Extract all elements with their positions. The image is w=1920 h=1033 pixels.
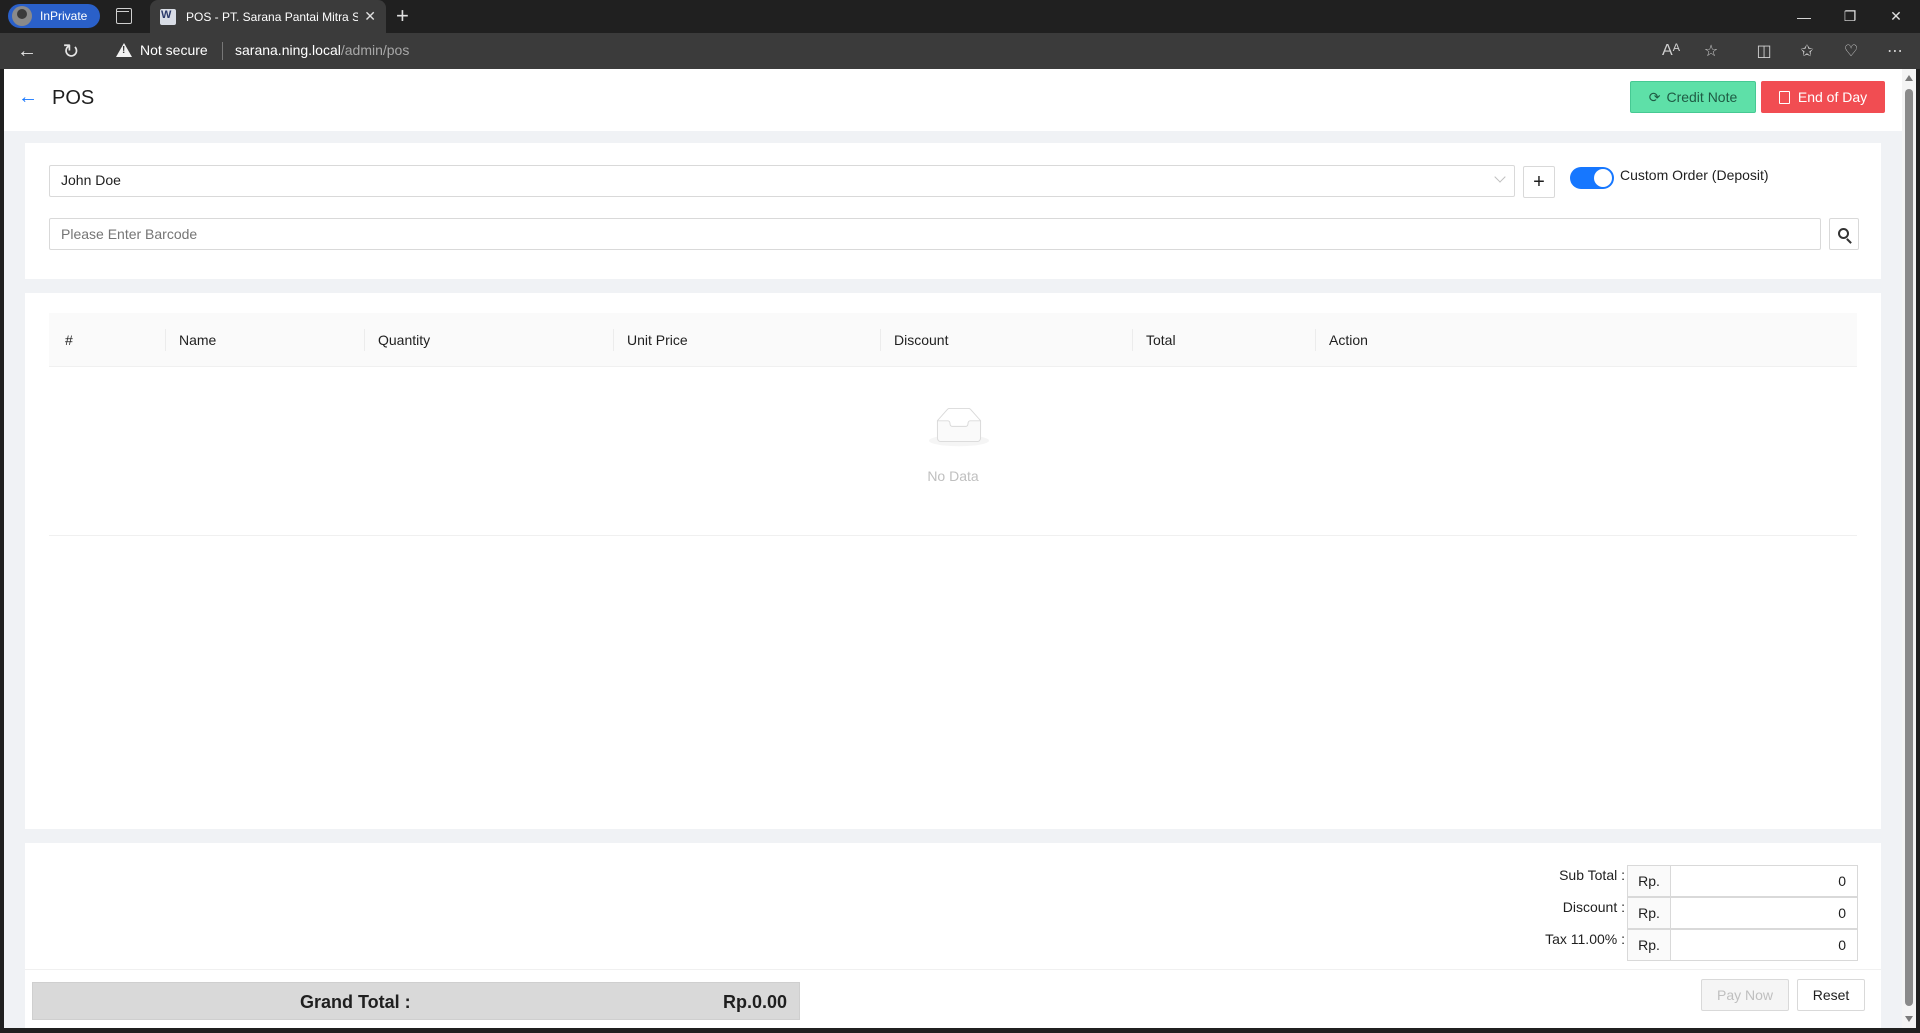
- grand-total-bar: Grand Total : Rp.0.00: [32, 982, 800, 1020]
- empty-inbox-icon: [929, 407, 989, 447]
- inprivate-badge[interactable]: InPrivate: [8, 4, 100, 28]
- currency-addon: Rp.: [1627, 929, 1671, 961]
- favicon-icon: [160, 8, 176, 25]
- custom-order-toggle[interactable]: [1570, 167, 1614, 189]
- url-path: /admin/pos: [340, 42, 410, 58]
- customer-select-value: John Doe: [61, 172, 121, 188]
- new-tab-icon[interactable]: +: [396, 4, 409, 28]
- refresh-icon[interactable]: ↻: [58, 39, 84, 63]
- more-menu-icon[interactable]: ⋯: [1883, 40, 1907, 62]
- browser-essentials-icon[interactable]: ♡: [1839, 40, 1863, 62]
- subtotal-label: Sub Total :: [1559, 867, 1625, 883]
- page-header: ← POS ⟳ Credit Note End of Day: [4, 69, 1902, 131]
- url-divider: [222, 42, 223, 60]
- tax-row: Tax 11.00% : Rp.: [25, 929, 1881, 961]
- add-customer-button[interactable]: +: [1523, 166, 1555, 198]
- grand-total-value: Rp.0.00: [722, 992, 787, 1012]
- split-screen-icon[interactable]: ◫: [1752, 40, 1776, 62]
- favorite-star-icon[interactable]: ☆: [1699, 40, 1723, 62]
- window-close-icon[interactable]: ✕: [1873, 0, 1919, 33]
- empty-text: No Data: [927, 468, 979, 484]
- inprivate-label: InPrivate: [40, 9, 88, 23]
- table-empty-state: No Data: [49, 368, 1857, 536]
- summary-card: Sub Total : Rp. Discount : Rp. Tax 11.00…: [25, 843, 1881, 1028]
- sync-icon: ⟳: [1648, 88, 1661, 105]
- back-arrow-icon[interactable]: ←: [18, 86, 38, 109]
- discount-row: Discount : Rp.: [25, 897, 1881, 929]
- credit-note-label: Credit Note: [1666, 89, 1738, 105]
- currency-addon: Rp.: [1627, 865, 1671, 897]
- column-header-quantity: Quantity: [378, 332, 431, 348]
- column-header-total: Total: [1146, 332, 1176, 348]
- tax-label: Tax 11.00% :: [1545, 931, 1625, 947]
- column-header-number: #: [65, 332, 73, 348]
- tax-field: [1670, 929, 1858, 961]
- url-field[interactable]: sarana.ning.local/admin/pos: [235, 42, 409, 58]
- summary-divider: [25, 969, 1881, 970]
- currency-addon: Rp.: [1627, 897, 1671, 929]
- column-header-unit-price: Unit Price: [627, 332, 688, 348]
- column-header-discount: Discount: [894, 332, 949, 348]
- read-aloud-icon[interactable]: Aᴬ: [1659, 40, 1683, 62]
- security-text: Not secure: [140, 42, 208, 58]
- back-icon[interactable]: ←: [14, 39, 40, 63]
- browser-addressbar: ← ↻ Not secure sarana.ning.local/admin/p…: [0, 33, 1920, 69]
- page-scrollbar[interactable]: [1902, 69, 1916, 1028]
- order-input-card: John Doe + Custom Order (Deposit): [25, 143, 1881, 279]
- tab-title: POS - PT. Sarana Pantai Mitra Se: [186, 9, 358, 24]
- chevron-down-icon: [1494, 171, 1506, 183]
- tab-close-icon[interactable]: ✕: [364, 8, 376, 25]
- credit-note-button[interactable]: ⟳ Credit Note: [1630, 81, 1756, 113]
- pay-now-button[interactable]: Pay Now: [1701, 979, 1789, 1011]
- url-host: sarana.ning.local: [235, 42, 341, 58]
- discount-label: Discount :: [1562, 899, 1625, 915]
- reset-button[interactable]: Reset: [1797, 979, 1865, 1011]
- barcode-input[interactable]: [49, 218, 1821, 250]
- table-header: # Name Quantity Unit Price Discount Tota…: [49, 313, 1857, 367]
- tab-actions-icon[interactable]: [116, 8, 132, 24]
- warning-icon: [116, 43, 132, 57]
- end-of-day-label: End of Day: [1797, 89, 1868, 105]
- discount-field[interactable]: [1670, 897, 1858, 929]
- profile-avatar: [12, 6, 32, 26]
- end-of-day-button[interactable]: End of Day: [1761, 81, 1885, 113]
- items-table-card: # Name Quantity Unit Price Discount Tota…: [25, 293, 1881, 829]
- scroll-down-icon[interactable]: [1905, 1016, 1913, 1022]
- security-indicator[interactable]: Not secure: [116, 42, 208, 58]
- toggle-knob: [1594, 169, 1612, 187]
- subtotal-field: [1670, 865, 1858, 897]
- custom-order-label: Custom Order (Deposit): [1620, 167, 1769, 183]
- search-icon: [1837, 227, 1849, 239]
- grand-total-label: Grand Total :: [300, 992, 411, 1012]
- favorites-icon[interactable]: ✩: [1795, 40, 1819, 62]
- page-title: POS: [52, 87, 95, 109]
- browser-titlebar: InPrivate POS - PT. Sarana Pantai Mitra …: [0, 0, 1920, 33]
- minimize-icon[interactable]: —: [1781, 0, 1827, 33]
- scroll-up-icon[interactable]: [1905, 75, 1913, 81]
- column-header-name: Name: [179, 332, 217, 348]
- scroll-thumb[interactable]: [1905, 89, 1913, 1006]
- restore-icon[interactable]: ❐: [1827, 0, 1873, 33]
- document-icon: [1778, 90, 1790, 104]
- page-viewport: ← POS ⟳ Credit Note End of Day John Doe …: [4, 69, 1902, 1028]
- column-header-action: Action: [1329, 332, 1368, 348]
- browser-tab[interactable]: POS - PT. Sarana Pantai Mitra Se ✕: [150, 0, 386, 33]
- plus-icon: +: [1533, 170, 1545, 193]
- subtotal-row: Sub Total : Rp.: [25, 865, 1881, 897]
- customer-select[interactable]: John Doe: [49, 165, 1515, 197]
- barcode-search-button[interactable]: [1829, 218, 1859, 250]
